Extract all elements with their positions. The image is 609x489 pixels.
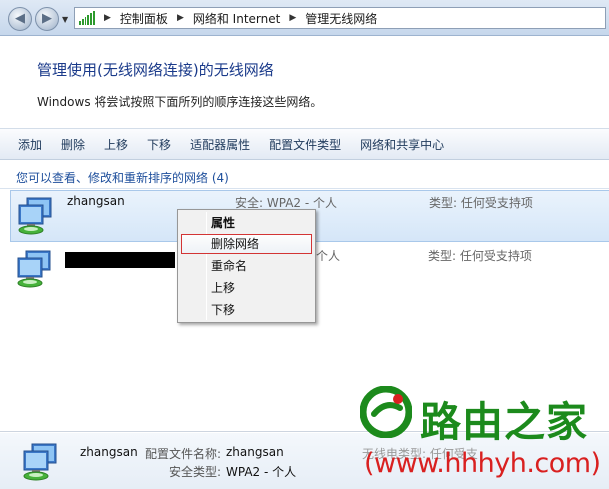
details-security-label: 安全类型:: [169, 465, 222, 479]
wireless-network-icon: [23, 443, 57, 481]
divider: [0, 188, 609, 189]
router-home-logo-icon: [360, 386, 412, 438]
breadcrumb-network-internet[interactable]: 网络和 Internet: [193, 10, 280, 27]
address-field[interactable]: ▶ 控制面板 ▶ 网络和 Internet ▶ 管理无线网络: [74, 7, 606, 29]
wireless-network-icon: [17, 250, 51, 288]
page-description: Windows 将尝试按照下面所列的顺序连接这些网络。: [37, 95, 323, 109]
details-profile-label: 配置文件名称:: [145, 447, 222, 461]
breadcrumb-separator-icon[interactable]: ▶: [177, 13, 184, 23]
history-dropdown-icon[interactable]: ▼: [62, 15, 68, 24]
menu-item-properties[interactable]: 属性: [181, 213, 312, 233]
menu-item-rename[interactable]: 重命名: [181, 256, 312, 276]
network-security: 个人: [316, 249, 341, 263]
network-type: 类型: 任何受支持项: [428, 249, 532, 263]
details-profile-value: zhangsan: [226, 445, 284, 459]
add-button[interactable]: 添加: [18, 136, 42, 153]
forward-button[interactable]: ▶: [35, 7, 59, 31]
redacted-network-name: [65, 252, 175, 268]
move-up-button[interactable]: 上移: [104, 136, 128, 153]
arrow-left-icon: ◀: [15, 11, 25, 26]
watermark-brand: 路由之家: [420, 398, 588, 446]
page-title: 管理使用(无线网络连接)的无线网络: [37, 61, 274, 79]
breadcrumb-control-panel[interactable]: 控制面板: [120, 10, 168, 27]
details-network-name: zhangsan: [80, 445, 138, 459]
breadcrumb-manage-wireless[interactable]: 管理无线网络: [305, 10, 377, 27]
command-toolbar: 添加 删除 上移 下移 适配器属性 配置文件类型 网络和共享中心: [0, 128, 609, 160]
adapter-properties-button[interactable]: 适配器属性: [190, 136, 250, 153]
menu-item-delete-network[interactable]: 删除网络: [181, 234, 312, 254]
watermark-url: (www.hhhyh.com): [364, 448, 601, 479]
profile-types-button[interactable]: 配置文件类型: [269, 136, 341, 153]
details-security-value: WPA2 - 个人: [226, 465, 297, 479]
move-down-button[interactable]: 下移: [147, 136, 171, 153]
menu-item-move-up[interactable]: 上移: [181, 278, 312, 298]
address-bar: ◀ ▶ ▼ ▶ 控制面板 ▶ 网络和 Internet ▶ 管理无线网络: [0, 0, 609, 36]
context-menu: 属性 删除网络 重命名 上移 下移: [177, 209, 316, 323]
breadcrumb-separator-icon[interactable]: ▶: [289, 13, 296, 23]
wireless-network-icon: [18, 197, 52, 235]
delete-button[interactable]: 删除: [61, 136, 85, 153]
network-signal-icon: [79, 11, 95, 25]
breadcrumb-separator-icon[interactable]: ▶: [104, 13, 111, 23]
arrow-right-icon: ▶: [42, 11, 52, 26]
list-group-header: 您可以查看、修改和重新排序的网络 (4): [16, 171, 229, 185]
network-type: 类型: 任何受支持项: [429, 196, 533, 210]
network-center-button[interactable]: 网络和共享中心: [360, 136, 444, 153]
network-name: zhangsan: [67, 194, 125, 208]
menu-item-move-down[interactable]: 下移: [181, 300, 312, 320]
back-button[interactable]: ◀: [8, 7, 32, 31]
